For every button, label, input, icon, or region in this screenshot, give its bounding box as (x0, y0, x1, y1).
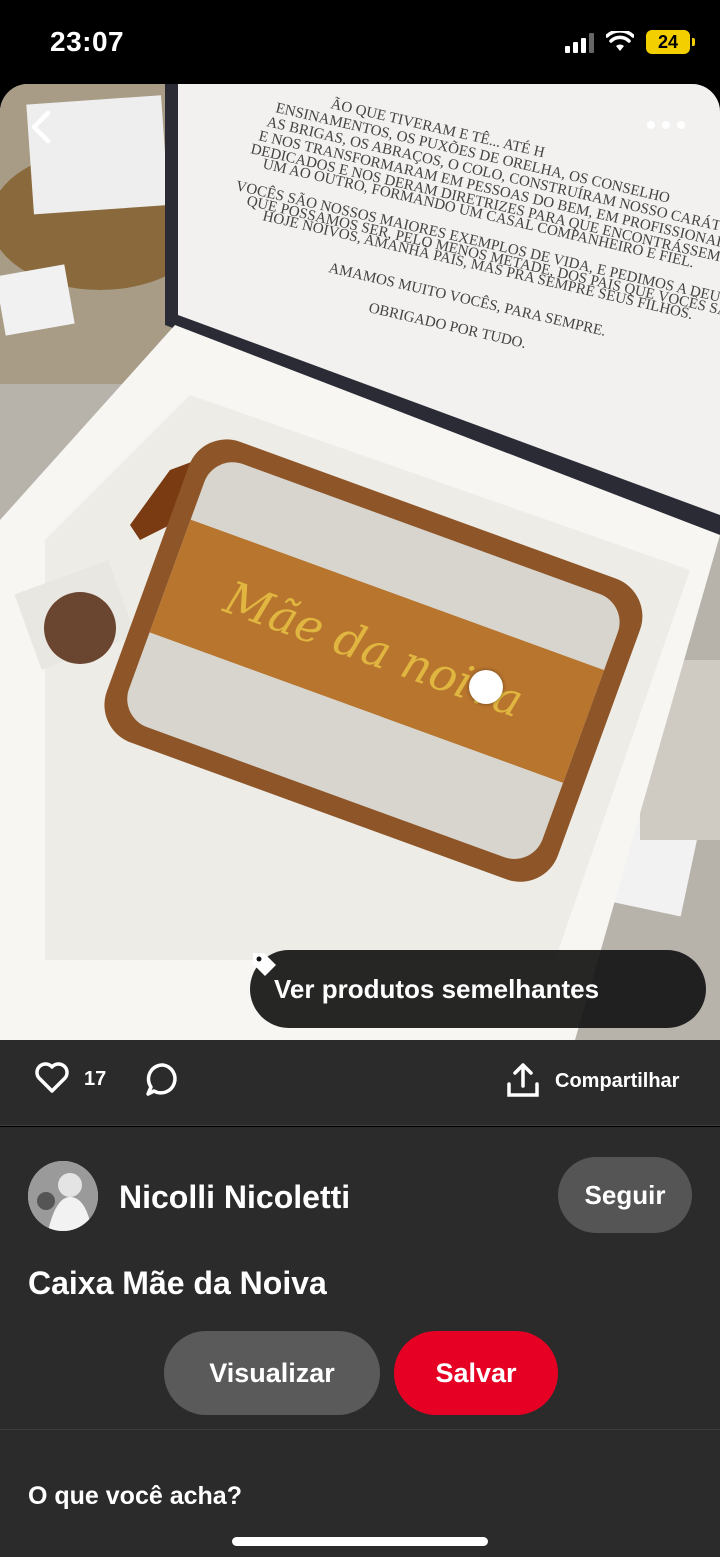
chevron-left-icon (31, 110, 51, 144)
battery-charging-icon: 24 (646, 30, 695, 54)
divider (0, 1429, 720, 1430)
see-similar-products-label: Ver produtos semelhantes (274, 973, 600, 1004)
more-options-button[interactable] (646, 120, 690, 150)
pin-photo: ÃO QUE TIVERAM E TÊ... ATÉ H ENSINAMENTO… (0, 84, 720, 1040)
status-icons: 24 (565, 30, 695, 54)
pin-image[interactable]: ÃO QUE TIVERAM E TÊ... ATÉ H ENSINAMENTO… (0, 84, 720, 1040)
tag-icon (253, 953, 276, 976)
cellular-signal-icon (565, 31, 594, 53)
share-icon[interactable] (506, 1062, 540, 1098)
product-tag-dot[interactable] (469, 670, 503, 704)
more-dots-icon (647, 121, 685, 129)
see-similar-products-button[interactable]: Ver produtos semelhantes (250, 950, 706, 1028)
avatar[interactable] (28, 1161, 98, 1231)
follow-button[interactable]: Seguir (558, 1157, 692, 1233)
pin-details: Nicolli Nicoletti Seguir Caixa Mãe da No… (0, 1127, 720, 1557)
back-button[interactable] (28, 110, 72, 154)
visualize-button[interactable]: Visualizar (164, 1331, 380, 1415)
heart-icon[interactable] (34, 1060, 70, 1094)
like-count: 17 (84, 1068, 107, 1090)
pin-action-bar: 17 Compartilhar (0, 1040, 720, 1126)
home-indicator[interactable] (232, 1537, 488, 1546)
wifi-icon (606, 31, 634, 51)
user-name[interactable]: Nicolli Nicoletti (119, 1179, 350, 1216)
comment-prompt: O que você acha? (28, 1482, 242, 1510)
pin-title: Caixa Mãe da Noiva (28, 1265, 327, 1301)
save-button[interactable]: Salvar (394, 1331, 558, 1415)
avatar-image (28, 1161, 98, 1231)
status-bar: 23:07 24 (0, 0, 720, 84)
share-label[interactable]: Compartilhar (555, 1070, 679, 1093)
status-time: 23:07 (50, 26, 125, 57)
battery-level: 24 (657, 31, 679, 52)
comment-icon[interactable] (145, 1062, 181, 1098)
